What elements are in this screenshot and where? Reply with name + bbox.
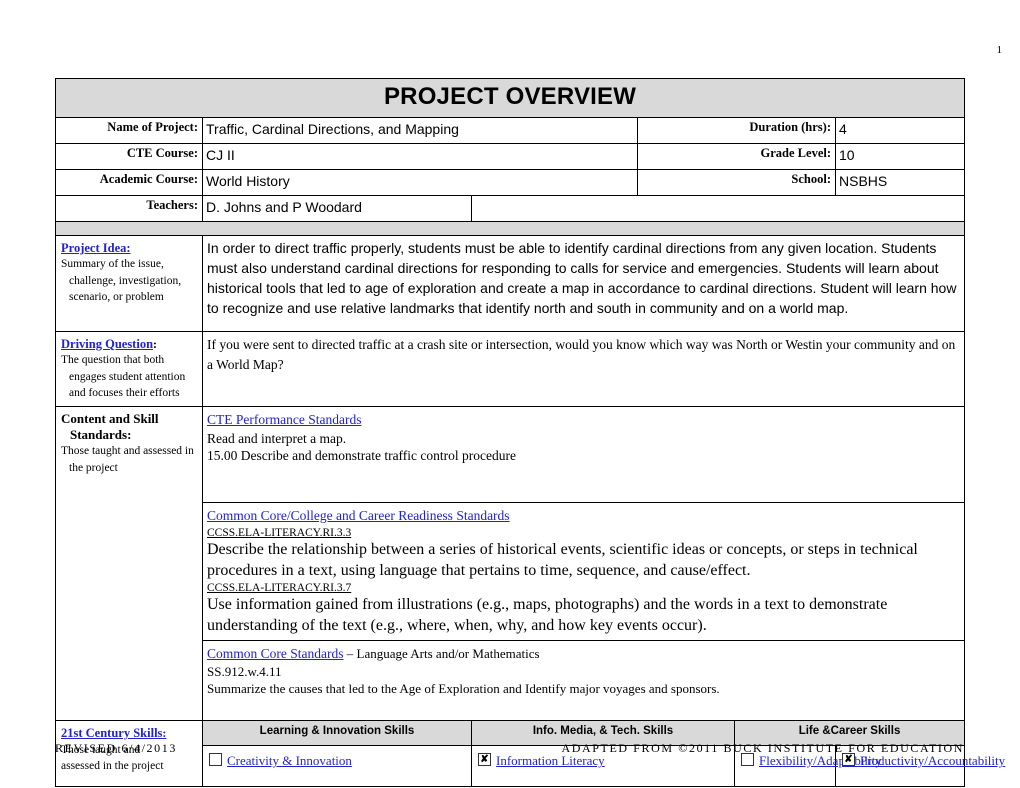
project-idea-text[interactable]: In order to direct traffic properly, stu…: [201, 235, 966, 332]
row-driving-question: Driving Question: The question that both…: [55, 331, 966, 407]
teachers-label: Teachers:: [55, 195, 203, 222]
page-title: PROJECT OVERVIEW: [54, 78, 966, 118]
skill-item-creativity[interactable]: Creativity & Innovation: [202, 745, 472, 788]
teachers-empty-cell: [470, 195, 966, 222]
common-core-la-math-code: SS.912.w.4.11: [207, 664, 282, 680]
project-idea-sub-2: challenge, investigation,: [69, 274, 182, 287]
common-core-la-math-heading[interactable]: Common Core Standards: [207, 644, 344, 663]
gray-spacer-cell: [54, 221, 966, 236]
name-of-project-value[interactable]: Traffic, Cardinal Directions, and Mappin…: [202, 117, 638, 144]
driving-question-sub-3: and focuses their efforts: [69, 386, 180, 399]
cte-standards-cell: CTE Performance Standards Read and inter…: [201, 405, 966, 503]
common-core-la-math-heading-wrap: Common Core Standards – Language Arts an…: [207, 645, 540, 661]
duration-label: Duration (hrs):: [637, 117, 836, 144]
century-skills-label-suffix: :: [162, 726, 167, 741]
driving-question-sub-2: engages student attention: [69, 370, 186, 383]
ccss-code-2: CCSS.ELA-LITERACY.RI.3.7: [207, 582, 352, 595]
skills-column-header-learning: Learning & Innovation Skills: [202, 720, 472, 747]
project-idea-label-cell: Project Idea: Summary of the issue, chal…: [55, 235, 203, 332]
common-core-la-math-text: Summarize the causes that led to the Age…: [207, 681, 720, 697]
footer-revised-text: REVISED 6/4/2013: [55, 741, 177, 755]
common-core-la-math-heading-suffix: – Language Arts and/or Mathematics: [343, 646, 540, 662]
document-page: 1 PROJECT OVERVIEW Name of Project: Traf…: [0, 0, 1020, 788]
content-standards-sub-1: Those taught and assessed in: [61, 445, 194, 458]
page-number: 1: [996, 44, 1003, 56]
project-idea-sub-1: Summary of the issue,: [61, 258, 164, 271]
ccss-text-1: Describe the relationship between a seri…: [207, 541, 918, 579]
school-label: School:: [637, 169, 836, 196]
cte-standards-line-1: Read and interpret a map.: [207, 430, 347, 446]
teachers-value[interactable]: D. Johns and P Woodard: [202, 195, 472, 222]
cte-standards-heading[interactable]: CTE Performance Standards: [207, 410, 361, 429]
content-standards-label-cell: Content and Skill Standards: Those taugh…: [55, 405, 203, 722]
row-project-idea: Project Idea: Summary of the issue, chal…: [55, 235, 966, 332]
footer-adapted-text: ADAPTED FROM ©2011 BUCK INSTITUTE FOR ED…: [561, 741, 964, 755]
checkbox-information-literacy[interactable]: ✘: [478, 753, 491, 767]
content-standards-sub-2: the project: [69, 461, 118, 474]
row-teachers: Teachers: D. Johns and P Woodard: [55, 195, 966, 222]
row-name-of-project: Name of Project: Traffic, Cardinal Direc…: [55, 117, 966, 144]
row-content-standards-cte: Content and Skill Standards: Those taugh…: [55, 405, 966, 722]
common-core-ccr-cell: Common Core/College and Career Readiness…: [201, 501, 966, 642]
grade-level-label: Grade Level:: [637, 143, 836, 170]
grade-level-value[interactable]: 10: [834, 143, 966, 170]
title-row: PROJECT OVERVIEW: [54, 78, 966, 118]
driving-question-label-suffix: :: [153, 337, 158, 351]
cte-course-label: CTE Course:: [55, 143, 203, 170]
driving-question-sub-1: The question that both: [61, 354, 165, 367]
project-idea-sub-3: scenario, or problem: [69, 290, 164, 303]
century-skills-sub-2: assessed in the project: [61, 759, 164, 772]
academic-course-label: Academic Course:: [55, 169, 203, 196]
driving-question-label-cell: Driving Question: The question that both…: [55, 331, 203, 407]
academic-course-value[interactable]: World History: [202, 169, 638, 196]
century-skills-label: 21st Century Skills: [61, 726, 163, 741]
driving-question-label: Driving Question: [61, 337, 154, 351]
row-academic-course: Academic Course: World History School: N…: [55, 169, 966, 196]
content-standards-label-line2: Standards:: [70, 427, 132, 443]
name-of-project-label: Name of Project:: [55, 117, 203, 144]
project-overview-table: PROJECT OVERVIEW Name of Project: Traffi…: [54, 78, 1005, 788]
checkbox-creativity-innovation[interactable]: [209, 753, 222, 767]
driving-question-text[interactable]: If you were sent to directed traffic at …: [201, 331, 966, 407]
cte-standards-line-2: 15.00 Describe and demonstrate traffic c…: [207, 448, 517, 464]
project-idea-label: Project Idea:: [61, 241, 131, 255]
duration-value[interactable]: 4: [834, 117, 966, 144]
gray-spacer-row: [54, 221, 966, 236]
row-cte-course: CTE Course: CJ II Grade Level: 10: [55, 143, 966, 170]
cte-course-value[interactable]: CJ II: [202, 143, 638, 170]
common-core-la-math-cell: Common Core Standards – Language Arts an…: [201, 640, 966, 722]
content-standards-label-line1: Content and Skill: [61, 410, 159, 426]
skill-label-creativity-innovation[interactable]: Creativity & Innovation: [227, 753, 352, 768]
school-value[interactable]: NSBHS: [834, 169, 966, 196]
ccss-code-1: CCSS.ELA-LITERACY.RI.3.3: [207, 526, 352, 539]
ccss-text-2: Use information gained from illustration…: [207, 596, 888, 634]
common-core-ccr-heading[interactable]: Common Core/College and Career Readiness…: [207, 506, 510, 525]
